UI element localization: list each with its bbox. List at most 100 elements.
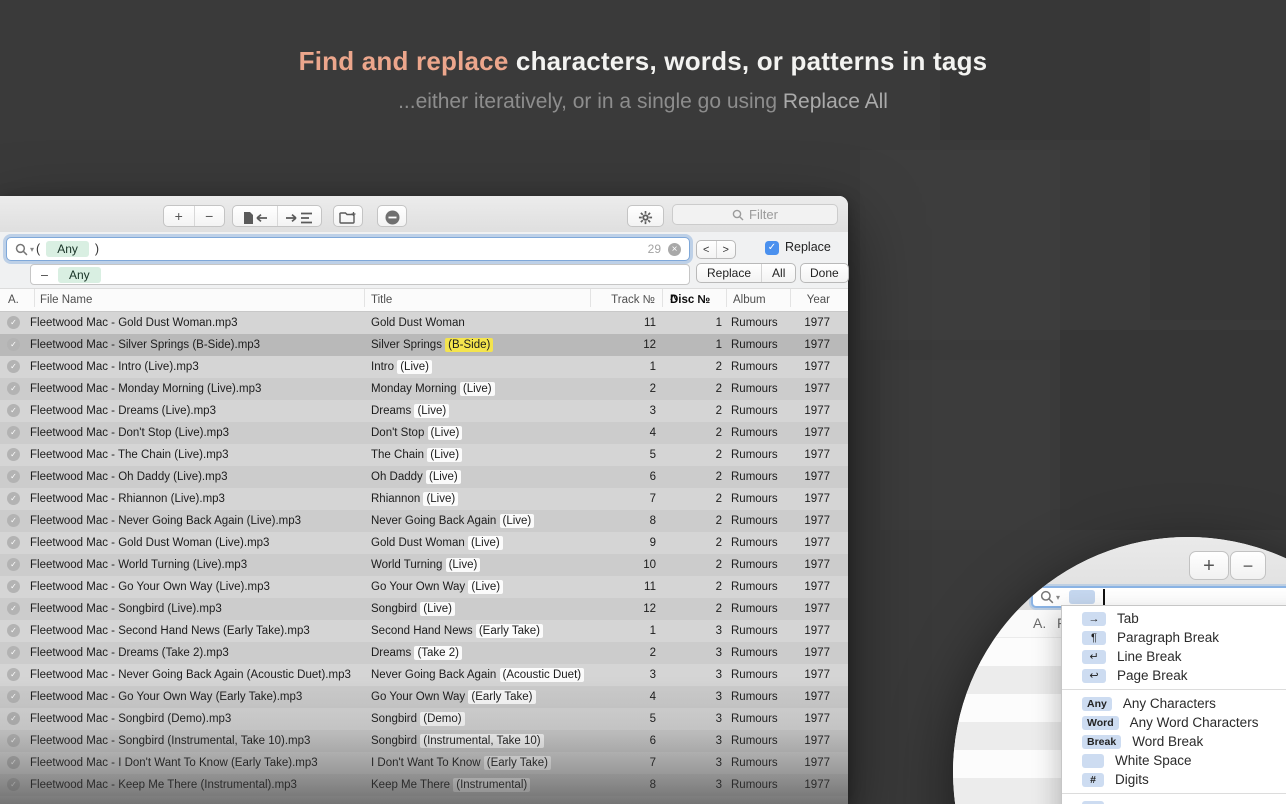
table-row[interactable]: ✓Fleetwood Mac - Go Your Own Way (Live).… <box>0 576 848 598</box>
clear-search-icon[interactable]: × <box>668 243 681 256</box>
table-row[interactable]: ✓Fleetwood Mac - World Turning (Live).mp… <box>0 554 848 576</box>
replace-button[interactable]: Replace <box>697 264 761 282</box>
menu-item[interactable]: ↩Page Break <box>1062 666 1286 685</box>
table-row[interactable]: ✓Fleetwood Mac - Never Going Back Again … <box>0 664 848 686</box>
remove-row-button[interactable]: − <box>194 206 225 226</box>
checkmark-icon: ✓ <box>7 580 20 593</box>
table-row[interactable]: ✓Fleetwood Mac - Never Going Back Again … <box>0 510 848 532</box>
menu-item[interactable]: White Space <box>1062 751 1286 770</box>
menu-item[interactable]: →Tab <box>1062 609 1286 628</box>
file-name-cell: Fleetwood Mac - Songbird (Live).mp3 <box>30 598 222 620</box>
column-header-file-name[interactable]: File Name <box>40 289 92 311</box>
add-files-button[interactable]: + <box>1189 551 1229 580</box>
any-token[interactable]: Any <box>58 267 101 283</box>
actions-gear-button[interactable] <box>627 205 664 227</box>
table-row[interactable]: ✓Fleetwood Mac - Dreams (Take 2).mp3Drea… <box>0 642 848 664</box>
title-cell: Never Going Back Again (Acoustic Duet) <box>371 664 584 686</box>
previous-match-button[interactable]: < <box>697 241 716 258</box>
column-header-artwork[interactable]: A. <box>8 289 19 311</box>
table-row[interactable]: ✓Fleetwood Mac - Go Your Own Way (Early … <box>0 686 848 708</box>
year-cell: 1977 <box>796 554 830 576</box>
menu-item[interactable]: AnyAny Characters <box>1062 694 1286 713</box>
track-cell: 1 <box>600 356 656 378</box>
table-row[interactable]: ✓Fleetwood Mac - Keep Me There (Instrume… <box>0 774 848 796</box>
table-row[interactable]: ✓Fleetwood Mac - Silver Springs (B-Side)… <box>0 334 848 356</box>
replace-checkbox[interactable]: ✓ <box>765 241 779 255</box>
file-name-cell: Fleetwood Mac - Songbird (Instrumental, … <box>30 730 310 752</box>
menu-item[interactable]: ¶Paragraph Break <box>1062 628 1286 647</box>
title-cell: Rhiannon (Live) <box>371 488 458 510</box>
title-cell: World Turning (Live) <box>371 554 480 576</box>
background-artwork <box>880 360 1050 530</box>
disc-cell: 3 <box>663 752 722 774</box>
document-next-button[interactable] <box>277 206 322 226</box>
table-row[interactable]: ✓Fleetwood Mac - Songbird (Demo).mp3Song… <box>0 708 848 730</box>
remove-files-button[interactable] <box>377 205 407 227</box>
table-row[interactable]: ✓Fleetwood Mac - I Don't Want To Know (E… <box>0 752 848 774</box>
any-token[interactable]: Any <box>46 241 89 257</box>
table-row[interactable]: ✓Fleetwood Mac - Intro (Live).mp3Intro (… <box>0 356 848 378</box>
track-cell: 3 <box>600 400 656 422</box>
done-button[interactable]: Done <box>800 263 849 283</box>
album-cell: Rumours <box>731 532 778 554</box>
column-header-title[interactable]: Title <box>371 289 392 311</box>
window-toolbar: + − Filter <box>0 196 848 233</box>
next-match-button[interactable]: > <box>716 241 736 258</box>
year-cell: 1977 <box>796 664 830 686</box>
table-row[interactable]: ✓Fleetwood Mac - The Chain (Live).mp3The… <box>0 444 848 466</box>
table-row[interactable]: ✓Fleetwood Mac - Second Hand News (Early… <box>0 620 848 642</box>
album-cell: Rumours <box>731 356 778 378</box>
table-header: A. File Name Title Track № Disc № ^ Albu… <box>0 288 848 312</box>
replace-all-button[interactable]: All <box>761 264 795 282</box>
filter-field[interactable]: Filter <box>672 204 838 225</box>
table-row[interactable]: ✓ Fleetwood Mac - Songbird (Instrumental,… <box>0 730 848 752</box>
disc-cell: 2 <box>663 576 722 598</box>
table-row[interactable]: ✓Fleetwood Mac - Rhiannon (Live).mp3Rhia… <box>0 488 848 510</box>
match-highlight: (Live) <box>427 448 462 462</box>
table-row[interactable]: ✓Fleetwood Mac - Songbird (Live).mp3Song… <box>0 598 848 620</box>
table-row[interactable]: ✓Fleetwood Mac - Dreams (Live).mp3Dreams… <box>0 400 848 422</box>
track-cell: 5 <box>600 708 656 730</box>
menu-item[interactable]: ↵Line Break <box>1062 647 1286 666</box>
subtitle-prefix: ...either iteratively, or in a single go… <box>398 90 783 113</box>
menu-item[interactable]: WordAny Word Characters <box>1062 713 1286 732</box>
checkmark-icon: ✓ <box>7 492 20 505</box>
match-highlight: (Instrumental) <box>453 778 530 792</box>
track-cell: 4 <box>600 422 656 444</box>
table-row[interactable]: ✓Fleetwood Mac - Don't Stop (Live).mp3Do… <box>0 422 848 444</box>
menu-item[interactable] <box>1062 798 1286 804</box>
token-badge <box>1082 801 1104 804</box>
album-cell: Rumours <box>731 510 778 532</box>
replace-pattern-field[interactable]: – Any <box>30 264 690 285</box>
find-replace-bar: ▾ ( Any ) 29 × < > ✓ Replace – Any Repla… <box>0 232 848 288</box>
menu-item[interactable]: #Digits <box>1062 770 1286 789</box>
checkmark-icon: ✓ <box>7 316 20 329</box>
table-row[interactable]: ✓Fleetwood Mac - Gold Dust Woman.mp3Gold… <box>0 312 848 334</box>
year-cell: 1977 <box>796 510 830 532</box>
menu-item-label: Word Break <box>1132 734 1203 749</box>
document-previous-button[interactable] <box>233 206 277 226</box>
table-row-partial[interactable] <box>0 796 848 804</box>
remove-row-button[interactable]: − <box>1230 551 1266 580</box>
find-pattern-field[interactable]: ▾ ( Any ) 29 × <box>6 237 690 261</box>
column-header-track[interactable]: Track № <box>600 289 655 311</box>
search-menu-icon[interactable]: ▾ <box>1040 590 1060 604</box>
match-highlight: (Live) <box>460 382 495 396</box>
table-row[interactable]: ✓Fleetwood Mac - Monday Morning (Live).m… <box>0 378 848 400</box>
search-menu-icon[interactable]: ▾ <box>15 243 34 256</box>
table-row[interactable]: ✓Fleetwood Mac - Gold Dust Woman (Live).… <box>0 532 848 554</box>
column-header-year[interactable]: Year <box>796 289 830 311</box>
token-badge: Word <box>1082 716 1119 730</box>
add-files-button[interactable]: + <box>164 206 194 226</box>
table-row[interactable]: ✓Fleetwood Mac - Oh Daddy (Live).mp3Oh D… <box>0 466 848 488</box>
menu-item[interactable]: BreakWord Break <box>1062 732 1286 751</box>
selected-token[interactable] <box>1069 590 1095 604</box>
checkmark-icon: ✓ <box>7 712 20 725</box>
track-cell: 4 <box>600 686 656 708</box>
match-highlight: (Early Take) <box>484 756 551 770</box>
replace-buttons: Replace All <box>696 263 796 283</box>
file-name-cell: Fleetwood Mac - Second Hand News (Early … <box>30 620 310 642</box>
checkmark-icon: ✓ <box>7 734 20 747</box>
open-folder-button[interactable] <box>333 205 363 227</box>
column-header-album[interactable]: Album <box>733 289 766 311</box>
